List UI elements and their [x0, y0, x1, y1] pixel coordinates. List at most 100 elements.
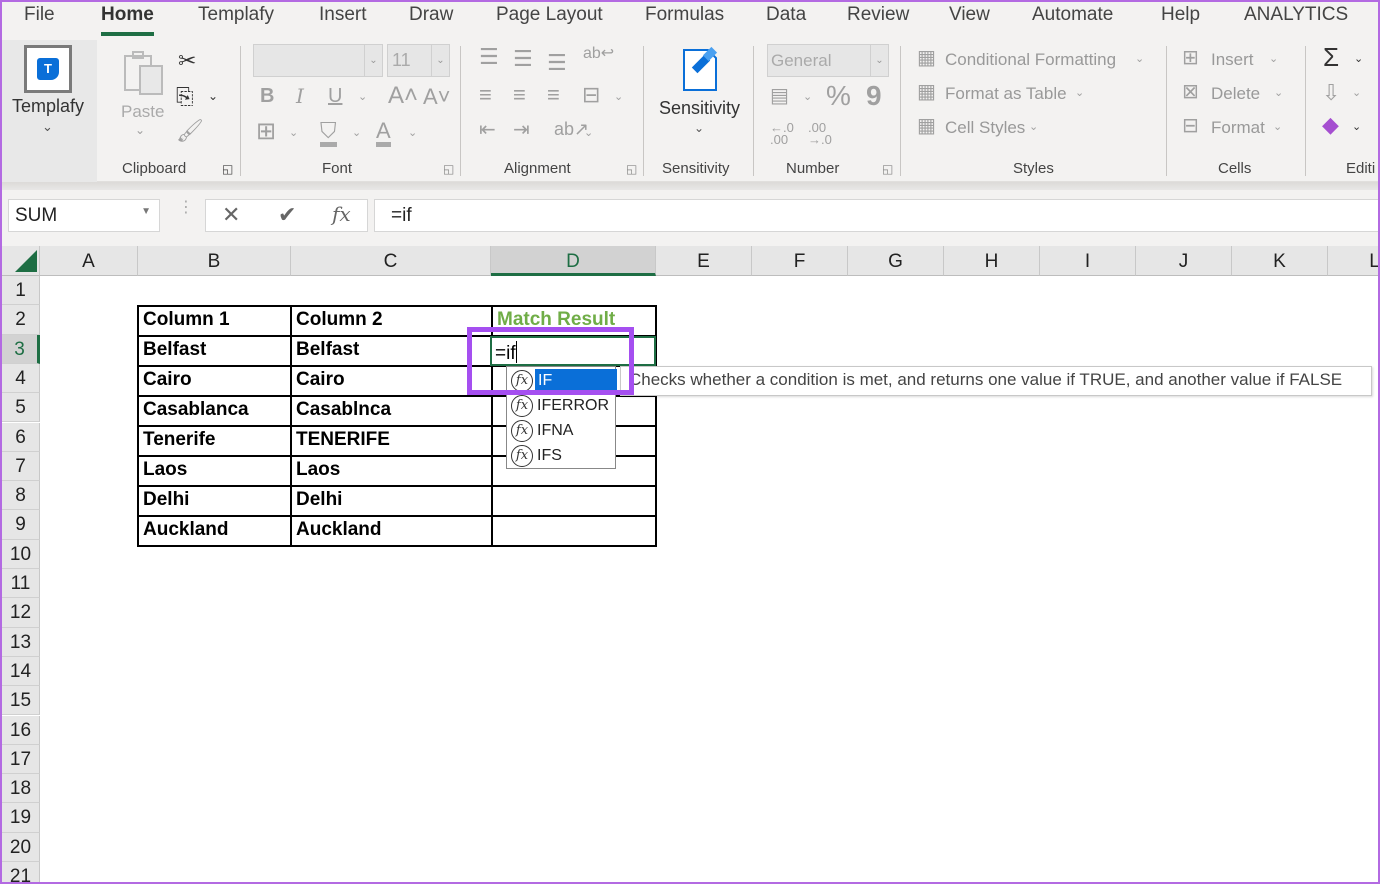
dialog-launcher-icon[interactable]: ◱ — [222, 162, 233, 176]
tab-draw[interactable]: Draw — [409, 4, 453, 26]
name-box[interactable]: SUM ▼ — [8, 199, 160, 232]
wrap-text-icon[interactable]: ab↩ — [583, 46, 614, 62]
tab-analytics[interactable]: ANALYTICS — [1244, 4, 1348, 26]
sensitivity-icon[interactable] — [682, 46, 724, 96]
cancel-icon[interactable]: ✕ — [222, 202, 240, 228]
row-header-10[interactable]: 10 — [2, 539, 40, 569]
table-cell[interactable]: Belfast — [292, 339, 489, 361]
cell-styles-button[interactable]: Cell Styles — [945, 118, 1025, 138]
tab-templafy[interactable]: Templafy — [198, 4, 274, 26]
row-header-8[interactable]: 8 — [2, 481, 40, 511]
column-header-a[interactable]: A — [40, 246, 138, 276]
tab-review[interactable]: Review — [847, 4, 909, 26]
table-cell[interactable]: Casablanca — [139, 399, 288, 421]
align-right-icon[interactable]: ≡ — [547, 84, 560, 106]
bold-button[interactable]: B — [260, 86, 274, 106]
increase-font-size-icon[interactable]: A˄ — [388, 84, 418, 108]
comma-style-button[interactable]: 9 — [866, 82, 882, 110]
templafy-button[interactable]: T Templafy ⌄ — [2, 40, 97, 182]
align-top-icon[interactable]: ☰ — [479, 46, 499, 68]
row-header-11[interactable]: 11 — [2, 569, 40, 599]
table-cell[interactable]: Laos — [139, 459, 288, 481]
column-header-d[interactable]: D — [491, 246, 656, 276]
row-header-5[interactable]: 5 — [2, 393, 40, 423]
dropdown-caret-icon[interactable]: ▼ — [141, 206, 151, 217]
tab-insert[interactable]: Insert — [319, 4, 367, 26]
table-cell[interactable]: Casablnca — [292, 399, 489, 421]
autocomplete-item-if[interactable]: fx IF — [509, 369, 617, 393]
column-header-h[interactable]: H — [944, 246, 1040, 276]
fill-icon[interactable]: ⇩ — [1322, 82, 1340, 104]
chevron-down-icon[interactable]: ⌄ — [694, 122, 704, 134]
column-header-k[interactable]: K — [1232, 246, 1328, 276]
font-name-select[interactable]: ⌄ — [253, 44, 383, 77]
align-center-icon[interactable]: ≡ — [513, 84, 526, 106]
format-cells-button[interactable]: Format — [1211, 118, 1265, 138]
font-color-icon[interactable]: A — [376, 120, 391, 147]
enter-check-icon[interactable]: ✔ — [278, 202, 296, 228]
row-header-9[interactable]: 9 — [2, 510, 40, 540]
decrease-decimal-button[interactable]: .00 →.0 — [808, 121, 838, 146]
sensitivity-button[interactable]: Sensitivity — [659, 98, 740, 119]
cut-icon[interactable]: ✂ — [178, 50, 196, 72]
tab-help[interactable]: Help — [1161, 4, 1200, 26]
tab-view[interactable]: View — [949, 4, 990, 26]
table-header-cell[interactable]: Column 1 — [139, 309, 288, 331]
select-all-button[interactable] — [2, 246, 40, 276]
row-header-13[interactable]: 13 — [2, 627, 40, 657]
tab-automate[interactable]: Automate — [1032, 4, 1113, 26]
row-header-18[interactable]: 18 — [2, 774, 40, 804]
delete-cells-button[interactable]: Delete — [1211, 84, 1260, 104]
row-header-1[interactable]: 1 — [2, 276, 40, 306]
chevron-down-icon[interactable]: ⌄ — [352, 128, 361, 139]
format-painter-icon[interactable]: 🖌 — [176, 120, 204, 142]
chevron-down-icon[interactable]: ⌄ — [1352, 88, 1361, 99]
table-cell[interactable]: Delhi — [292, 489, 489, 511]
resize-handle[interactable]: ⋮ — [178, 200, 194, 216]
autosum-button[interactable]: Σ — [1323, 44, 1339, 70]
formula-input[interactable]: =if — [374, 199, 1378, 232]
row-header-7[interactable]: 7 — [2, 451, 40, 482]
table-cell[interactable]: Auckland — [139, 519, 288, 541]
chevron-down-icon[interactable]: ⌄ — [289, 128, 298, 139]
conditional-formatting-button[interactable]: Conditional Formatting — [945, 50, 1116, 70]
chevron-down-icon[interactable]: ⌄ — [584, 128, 593, 139]
row-header-16[interactable]: 16 — [2, 715, 40, 745]
chevron-down-icon[interactable]: ⌄ — [614, 92, 623, 103]
number-format-select[interactable]: General ⌄ — [767, 44, 889, 77]
italic-button[interactable]: I — [296, 86, 304, 106]
align-middle-icon[interactable]: ☰ — [513, 48, 533, 70]
decrease-font-size-icon[interactable]: A˅ — [423, 86, 451, 108]
autocomplete-item-iferror[interactable]: fx IFERROR — [509, 394, 615, 418]
increase-decimal-button[interactable]: ←.0 .00 — [770, 121, 800, 146]
insert-function-icon[interactable]: fx — [332, 202, 351, 226]
format-as-table-button[interactable]: Format as Table — [945, 84, 1067, 104]
underline-button[interactable]: U — [328, 86, 342, 106]
chevron-down-icon[interactable]: ⌄ — [358, 92, 367, 103]
tab-data[interactable]: Data — [766, 4, 806, 26]
tab-formulas[interactable]: Formulas — [645, 4, 724, 26]
table-cell[interactable]: TENERIFE — [292, 429, 489, 451]
table-cell[interactable]: Tenerife — [139, 429, 288, 451]
chevron-down-icon[interactable]: ⌄ — [803, 92, 812, 103]
table-cell[interactable]: Cairo — [139, 369, 288, 391]
copy-icon[interactable]: ⎘ — [176, 86, 194, 108]
column-header-g[interactable]: G — [848, 246, 944, 276]
clear-eraser-icon[interactable]: ◆ — [1322, 114, 1339, 136]
decrease-indent-icon[interactable]: ⇤ — [479, 120, 496, 140]
autocomplete-item-ifna[interactable]: fx IFNA — [509, 419, 615, 443]
tab-page-layout[interactable]: Page Layout — [496, 4, 603, 26]
column-header-i[interactable]: I — [1040, 246, 1136, 276]
column-header-e[interactable]: E — [656, 246, 752, 276]
font-size-select[interactable]: 11 ⌄ — [387, 44, 450, 77]
chevron-down-icon[interactable]: ⌄ — [1354, 54, 1363, 65]
table-cell[interactable]: Belfast — [139, 339, 288, 361]
column-header-l[interactable]: L — [1328, 246, 1378, 276]
dialog-launcher-icon[interactable]: ◱ — [626, 162, 637, 176]
chevron-down-icon[interactable]: ⌄ — [408, 128, 417, 139]
fill-color-icon[interactable]: ⛉ — [320, 120, 337, 147]
column-header-b[interactable]: B — [138, 246, 291, 276]
accounting-format-icon[interactable]: ▤ — [770, 86, 789, 106]
autocomplete-item-ifs[interactable]: fx IFS — [509, 444, 615, 468]
column-header-f[interactable]: F — [752, 246, 848, 276]
